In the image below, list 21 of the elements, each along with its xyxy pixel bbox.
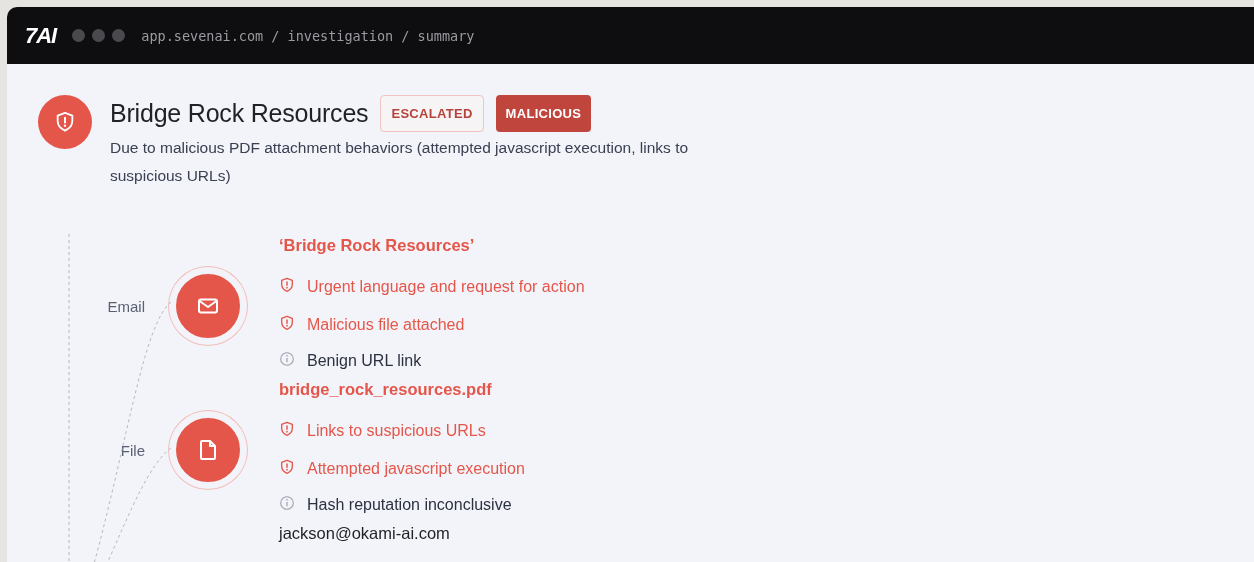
finding-title: bridge_rock_resources.pdf	[279, 379, 493, 400]
status-badge: ESCALATED	[380, 94, 484, 132]
finding-text: Urgent language and request for action	[307, 278, 585, 296]
status-badge: MALICIOUS	[495, 94, 592, 132]
node-label: Email	[107, 297, 145, 315]
window-control-icon[interactable]	[72, 29, 86, 42]
window-control-icon[interactable]	[112, 29, 126, 42]
finding-text: Attempted javascript execution	[307, 460, 525, 478]
finding-text: Hash reputation inconclusive	[307, 496, 512, 514]
url-path: app.sevenai.com / investigation / summary	[141, 27, 475, 44]
node-label: File	[120, 441, 145, 459]
case-title: Bridge Rock Resources	[110, 98, 369, 128]
case-description: Due to malicious PDF attachment behaviors (attempted javascript execution, links to suspicious URLs)	[110, 138, 690, 186]
finding-text: Benign URL link	[307, 352, 422, 370]
finding-text: Links to suspicious URLs	[307, 422, 486, 440]
window-control-icon[interactable]	[92, 29, 106, 42]
logo: 7AI	[25, 24, 57, 47]
shield-icon	[38, 95, 92, 149]
finding-text: Malicious file attached	[307, 316, 465, 334]
finding-title: ‘Bridge Rock Resources’	[279, 235, 476, 256]
finding-title: jackson@okami-ai.com	[279, 523, 450, 544]
